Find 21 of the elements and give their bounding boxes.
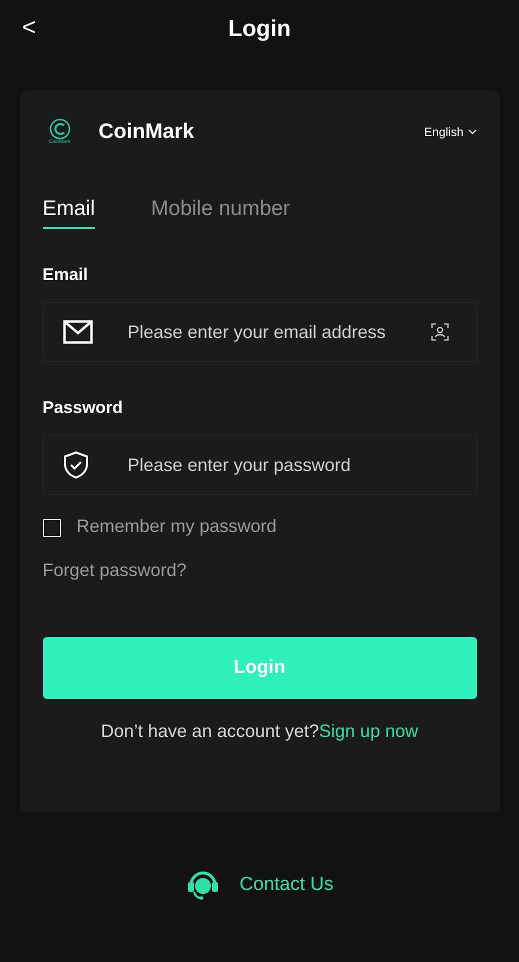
- page-title: Login: [228, 14, 291, 42]
- login-tab[interactable]: Email: [42, 197, 96, 229]
- back-button[interactable]: <: [18, 12, 40, 44]
- email-field[interactable]: Please enter your email address: [42, 302, 476, 362]
- chevron-down-icon: [468, 128, 476, 134]
- field-label: Password: [42, 398, 124, 418]
- contact-us-link[interactable]: Contact Us: [240, 874, 334, 896]
- field-label: Email: [42, 265, 89, 285]
- password-field[interactable]: Please enter your password: [42, 435, 476, 495]
- remember-label: Remember my password: [76, 516, 277, 536]
- coin-logo-icon: [48, 118, 70, 140]
- forgot-password-link[interactable]: Forget password?: [42, 560, 187, 581]
- envelope-icon: [62, 320, 92, 344]
- signup-link[interactable]: Sign up now: [319, 721, 418, 742]
- login-tab[interactable]: Mobile number: [151, 197, 290, 229]
- remember-checkbox[interactable]: [42, 519, 60, 537]
- signup-prompt: Don’t have an account yet?: [100, 721, 320, 742]
- brand-name: CoinMark: [98, 120, 196, 144]
- language-selector[interactable]: English: [424, 124, 476, 138]
- shield-check-icon: [62, 451, 88, 479]
- face-scan-icon[interactable]: [430, 323, 448, 341]
